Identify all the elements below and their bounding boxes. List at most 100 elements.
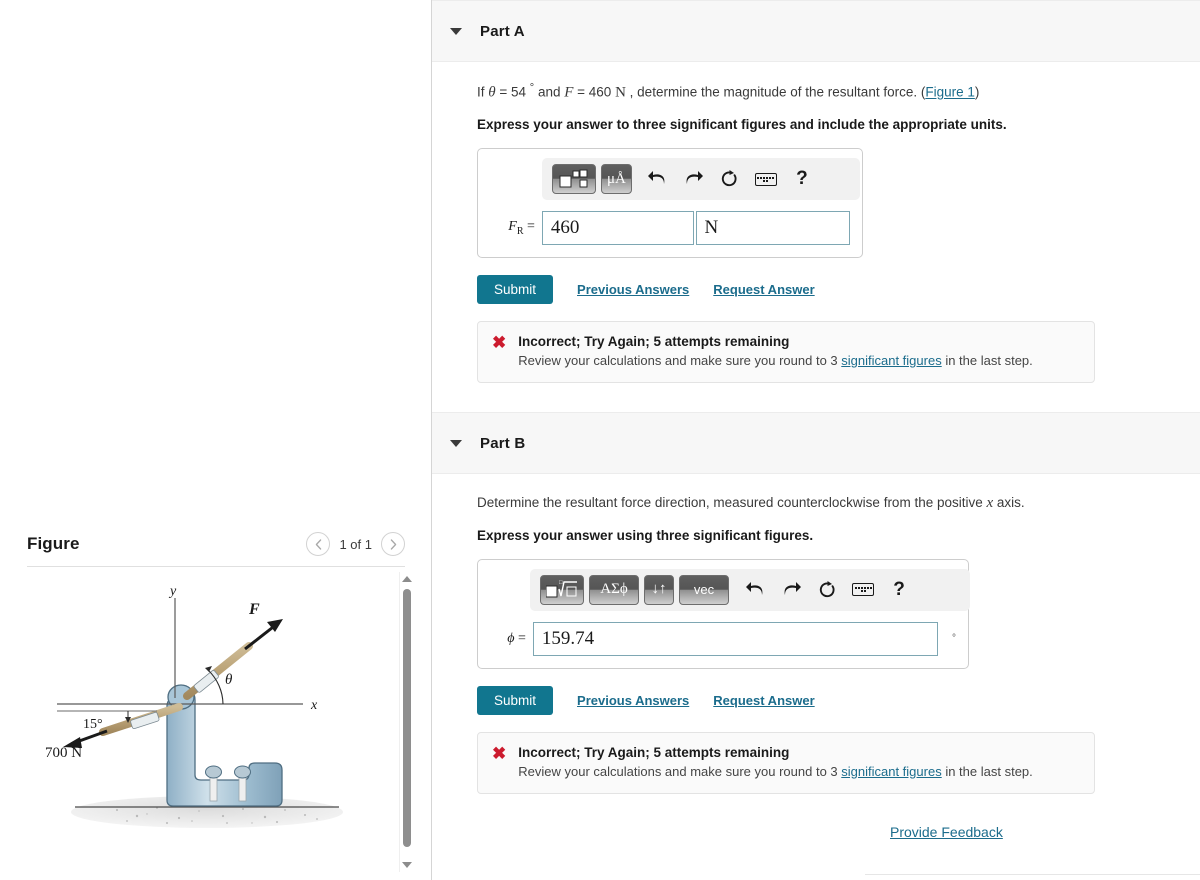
redo-arrow-icon[interactable] (778, 575, 804, 605)
question-post2: ) (974, 84, 980, 100)
redo-glyph (784, 581, 801, 595)
part-a-request-answer-link[interactable]: Request Answer (713, 282, 814, 297)
reset-glyph (722, 170, 737, 187)
vector-label: vec (693, 582, 715, 597)
template-radical-button[interactable]: □ (540, 574, 584, 605)
y-axis-label: y (168, 584, 177, 599)
question-mark-icon[interactable]: ? (789, 164, 815, 194)
x-mark-icon: ✖ (492, 743, 507, 763)
greek-letters-button[interactable]: ΑΣϕ (589, 574, 639, 605)
mechanics-diagram: y x F θ 15° 700 N (45, 584, 343, 828)
significant-figures-link[interactable]: significant figures (841, 353, 941, 368)
theta-label: θ (225, 672, 233, 688)
bolt-head-1 (205, 765, 222, 779)
part-a-units-input[interactable]: N (695, 211, 850, 245)
keyboard-icon[interactable] (753, 164, 779, 194)
part-b-header[interactable]: Part B (432, 412, 1200, 474)
question-pre: If (477, 84, 489, 100)
part-b-question-text: Determine the resultant force direction,… (477, 495, 987, 510)
x-axis-label: x (310, 698, 318, 713)
part-b-feedback-sub: Review your calculations and make sure y… (518, 764, 1033, 779)
svg-text:□: □ (559, 580, 563, 586)
part-b-submit-button[interactable]: Submit (477, 685, 554, 715)
units-button[interactable]: μÅ (601, 164, 632, 194)
question-mark-icon[interactable]: ? (886, 575, 912, 605)
redo-glyph (686, 171, 704, 184)
part-a-feedback-text: Incorrect; Try Again; 5 attempts remaini… (518, 334, 1033, 368)
undo-glyph (648, 171, 665, 184)
equals-sign: = (518, 630, 526, 646)
figure-scrollbar[interactable] (399, 572, 414, 872)
significant-figures-link[interactable]: significant figures (841, 764, 941, 779)
part-b-value-input[interactable]: 159.74 (532, 621, 938, 656)
part-a-answer-widget: μÅ ? FR = 460 N (477, 148, 863, 258)
arrows-label: ↓↑ (651, 581, 667, 597)
question-panel: Part A If θ = 54 ° and F = 460 N , deter… (432, 0, 1200, 880)
caret-down-icon[interactable] (450, 27, 462, 35)
part-b-question-tail: axis. (993, 495, 1025, 510)
part-a-instruction: Express your answer to three significant… (477, 117, 1007, 132)
part-a-feedback-sub: Review your calculations and make sure y… (518, 353, 1033, 368)
keyboard-glyph (754, 172, 777, 186)
part-b-request-answer-link[interactable]: Request Answer (713, 693, 814, 708)
figure-1-link[interactable]: Figure 1 (925, 85, 975, 100)
caret-down-icon[interactable] (450, 439, 462, 447)
undo-arrow-icon[interactable] (742, 575, 768, 605)
part-b-feedback-title: Incorrect; Try Again; 5 attempts remaini… (518, 744, 790, 760)
part-a-body: If θ = 54 ° and F = 460 N , determine th… (432, 62, 1200, 383)
vector-button[interactable]: vec (679, 574, 729, 605)
figure-prev-button[interactable] (306, 532, 331, 556)
scrollbar-thumb[interactable] (403, 589, 411, 847)
undo-glyph (745, 581, 762, 595)
figure-viewport: y x F θ 15° 700 N (27, 572, 405, 867)
part-b-instruction: Express your answer using three signific… (477, 527, 814, 543)
part-a-actions: Submit Previous Answers Request Answer (477, 275, 1200, 304)
variable-phi: ϕ (507, 630, 515, 646)
redo-arrow-icon[interactable] (681, 164, 707, 194)
keyboard-icon[interactable] (850, 575, 876, 605)
part-a-previous-answers-link[interactable]: Previous Answers (577, 282, 689, 297)
units-button-label: μÅ (607, 170, 626, 187)
template-boxes-button[interactable] (552, 164, 596, 194)
part-a-submit-button[interactable]: Submit (477, 275, 554, 304)
force-700N-label: 700 N (45, 745, 82, 761)
angle-15-label: 15° (83, 717, 103, 732)
newton-unit: N (615, 84, 626, 101)
scroll-down-arrow-icon[interactable] (402, 862, 412, 868)
reset-glyph (819, 580, 835, 597)
template-boxes-icon (559, 169, 588, 188)
x-mark-icon: ✖ (492, 333, 507, 352)
theta-symbol: θ (488, 84, 496, 101)
feedback-sub-post: in the last step. (941, 763, 1033, 779)
feedback-sub-post: in the last step. (941, 353, 1033, 368)
part-b-answer-row: ϕ = 159.74 ° (490, 621, 956, 656)
reset-circular-arrow-icon[interactable] (814, 575, 840, 605)
figure-navigation: 1 of 1 (306, 532, 405, 556)
variable-f: F (508, 219, 517, 235)
part-b-title: Part B (480, 434, 526, 452)
part-a-value-input[interactable]: 460 (541, 211, 694, 245)
provide-feedback-link[interactable]: Provide Feedback (890, 824, 1003, 840)
bolt-head-2 (234, 765, 251, 779)
bottom-divider (865, 874, 1200, 875)
keyboard-glyph (852, 583, 874, 596)
question-eq1: = 54 (495, 84, 530, 100)
equals-sign: = (527, 219, 535, 235)
undo-arrow-icon[interactable] (645, 164, 671, 194)
part-b-previous-answers-link[interactable]: Previous Answers (577, 693, 689, 708)
part-a-variable-label: FR = (490, 219, 542, 237)
greek-letters-label: ΑΣϕ (600, 581, 628, 597)
figure-header: Figure 1 of 1 (27, 532, 405, 556)
figure-next-button[interactable] (381, 532, 405, 556)
question-post: , determine the magnitude of the resulta… (625, 84, 926, 100)
reset-circular-arrow-icon[interactable] (717, 164, 743, 194)
part-a-answer-row: FR = 460 N (490, 211, 850, 245)
part-a-header[interactable]: Part A (432, 0, 1200, 62)
force-F-arrow (244, 619, 283, 651)
part-b-body: Determine the resultant force direction,… (432, 474, 1200, 794)
scroll-up-arrow-icon[interactable] (402, 576, 412, 582)
arrows-button[interactable]: ↓↑ (644, 574, 674, 605)
part-b-feedback-text: Incorrect; Try Again; 5 attempts remaini… (518, 745, 1033, 779)
degree-unit-label: ° (952, 633, 956, 644)
part-b-toolbar: □ ΑΣϕ ↓↑ vec ? (530, 568, 970, 611)
